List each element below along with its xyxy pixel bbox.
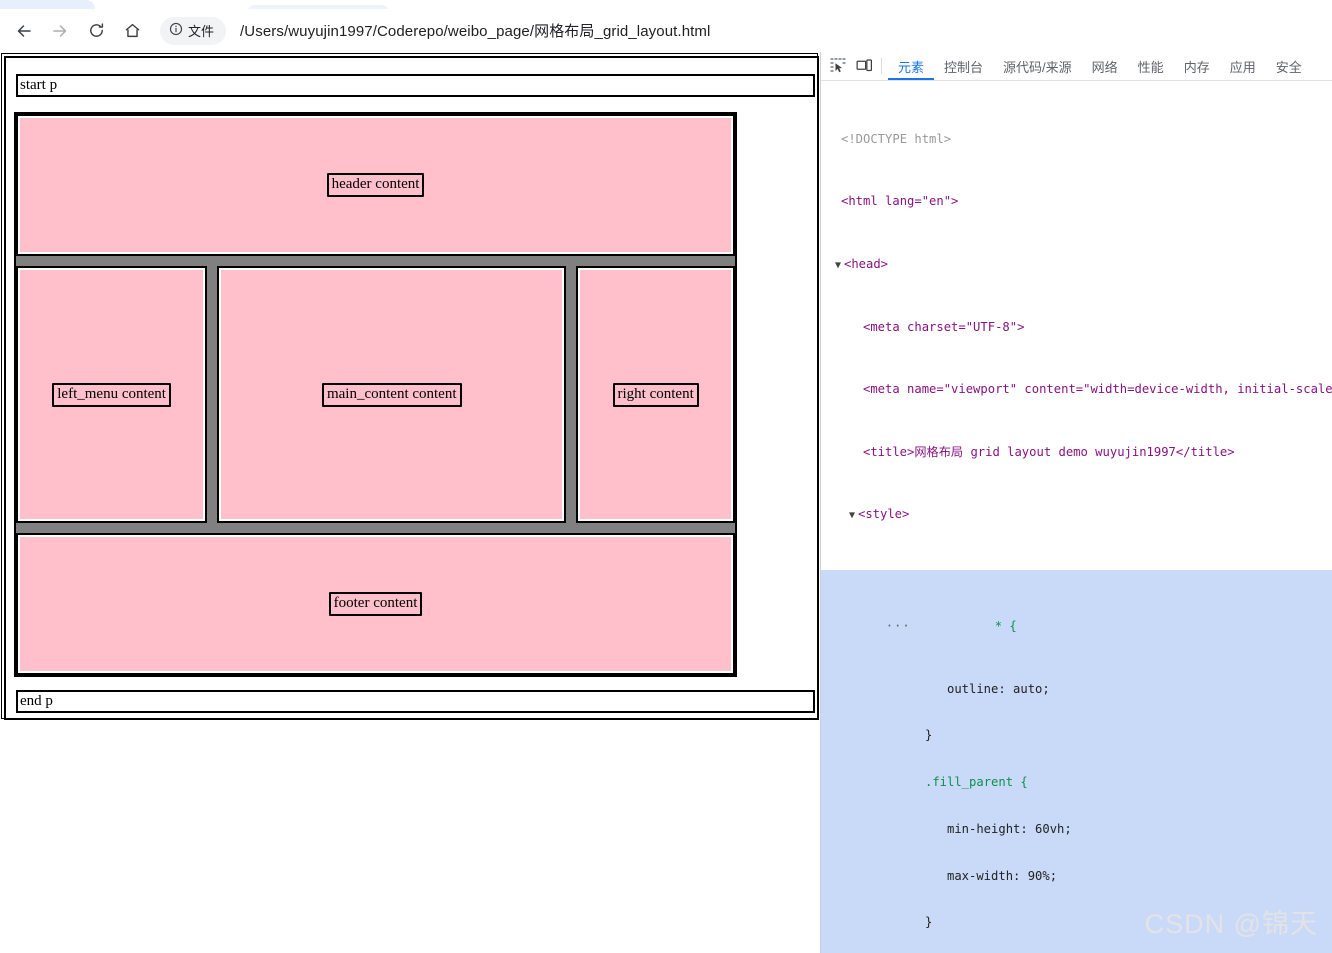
grid-item-main-content[interactable]: main_content content [217,266,567,523]
dom-tree: <!DOCTYPE html> <html lang="en"> ▼ <head>… [821,81,1332,953]
tab-security[interactable]: 安全 [1266,52,1312,80]
forward-button[interactable] [44,15,76,47]
device-toolbar-icon[interactable] [851,52,877,80]
browser-navigation-bar: 文件 /Users/wuyujin1997/Coderepo/weibo_pag… [0,9,1332,52]
inspect-element-icon[interactable] [825,52,851,80]
dom-line-html-open[interactable]: <html lang="en"> [821,194,1332,210]
paragraph-end: end p [16,690,815,713]
grid-item-header-label: header content [326,173,425,198]
dom-line-meta-charset[interactable]: <meta charset="UTF-8"> [821,320,1332,336]
browser-chrome: 文件 /Users/wuyujin1997/Coderepo/weibo_pag… [0,0,1332,52]
toolbar-divider [881,58,882,74]
grid-item-main-content-label: main_content content [321,382,462,407]
tab-console[interactable]: 控制台 [934,52,993,80]
arrow-left-icon [14,21,34,41]
arrow-right-icon [50,21,70,41]
tab-network[interactable]: 网络 [1082,52,1128,80]
grid-item-header[interactable]: header content [16,114,735,257]
url-text[interactable]: /Users/wuyujin1997/Coderepo/weibo_page/网… [240,20,710,41]
body-element-outline: start p header content left_menu content… [4,56,819,720]
home-button[interactable] [116,15,148,47]
grid-item-left-menu-label: left_menu content [52,382,171,407]
home-icon [123,21,142,40]
devtools-panel: 元素 控制台 源代码/来源 网络 性能 内存 应用 安全 <!DOCTYPE h… [820,52,1332,953]
dom-line-meta-viewport[interactable]: <meta name="viewport" content="width=dev… [821,382,1332,398]
tab-application[interactable]: 应用 [1220,52,1266,80]
tab-strip [0,0,1332,9]
tab-elements[interactable]: 元素 [888,52,934,80]
overflow-dots[interactable]: ··· [886,619,911,633]
csdn-watermark: CSDN @锦天 [1144,909,1318,939]
tab-memory[interactable]: 内存 [1174,52,1220,80]
grid-item-left-menu[interactable]: left_menu content [16,266,208,523]
tab-sources[interactable]: 源代码/来源 [993,52,1082,80]
html-element-outline: start p header content left_menu content… [1,53,819,720]
grid-item-right-label: right content [612,382,699,407]
reload-button[interactable] [80,15,112,47]
page-viewport: start p header content left_menu content… [0,52,820,953]
dom-line-style-open[interactable]: ▼ <style> [821,507,1332,524]
back-button[interactable] [8,15,40,47]
grid-item-footer-label: footer content [328,591,423,616]
dom-line-title[interactable]: <title>网格布局 grid layout demo wuyujin1997… [821,445,1332,461]
paragraph-start: start p [16,74,815,97]
grid-item-right[interactable]: right content [576,266,735,523]
dom-line-head-open[interactable]: ▼ <head> [821,257,1332,274]
reload-icon [87,21,106,40]
address-bar[interactable]: 文件 /Users/wuyujin1997/Coderepo/weibo_pag… [160,15,1332,47]
info-circle-icon [169,22,183,39]
browser-tab-active[interactable] [0,0,95,9]
devtools-tabs: 元素 控制台 源代码/来源 网络 性能 内存 应用 安全 [888,52,1312,80]
grid-item-footer[interactable]: footer content [16,532,735,675]
grid-container: header content left_menu content main_co… [14,112,737,677]
site-info-chip[interactable]: 文件 [160,16,227,45]
style-content-block[interactable]: ··· * { outline: auto; } .fill_parent { m… [821,570,1332,953]
tab-performance[interactable]: 性能 [1128,52,1174,80]
site-chip-label: 文件 [188,24,215,39]
devtools-toolbar: 元素 控制台 源代码/来源 网络 性能 内存 应用 安全 [821,52,1332,81]
dom-line-doctype: <!DOCTYPE html> [841,131,952,146]
